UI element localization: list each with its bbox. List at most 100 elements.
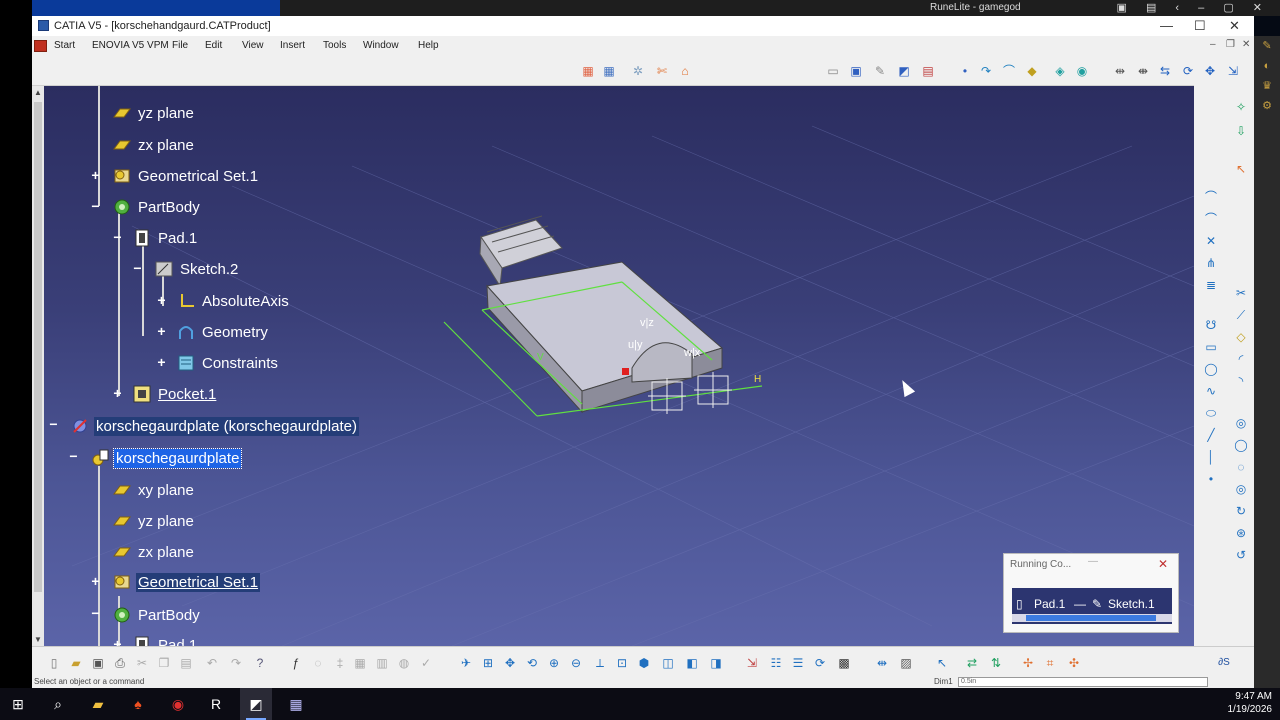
menu-file[interactable]: File <box>172 40 188 51</box>
tree-node-constraints[interactable]: Constraints <box>176 352 280 374</box>
search-icon[interactable]: ⌕ <box>48 694 68 714</box>
tree-node-yz-plane[interactable]: yz plane <box>112 510 196 532</box>
curve-icon[interactable]: ⌒ <box>1001 63 1017 79</box>
point-icon[interactable]: • <box>1204 472 1218 486</box>
swap-icon[interactable]: ◨ <box>708 655 724 671</box>
param-icon[interactable]: ◍ <box>396 655 412 671</box>
cut-icon[interactable]: ✂ <box>134 655 150 671</box>
break-icon[interactable]: ⟋ <box>1234 308 1248 322</box>
expand-toggle[interactable]: + <box>156 293 167 307</box>
exit-icon[interactable]: ▤ <box>920 63 936 79</box>
tree-node-product[interactable]: korschegaurdplate (korschegaurdplate) <box>70 415 359 437</box>
calculator-icon[interactable]: ▦ <box>286 694 306 714</box>
constraint-icon[interactable]: ✄ <box>654 63 670 79</box>
new-icon[interactable]: ▯ <box>46 655 62 671</box>
rotate-view-icon[interactable]: ⟲ <box>524 655 540 671</box>
rectangle-icon[interactable]: ▭ <box>1204 340 1218 354</box>
tree-node-pad[interactable]: Pad.1 <box>132 227 199 249</box>
undo-icon[interactable]: ↶ <box>204 655 220 671</box>
media-app-icon[interactable]: ◉ <box>168 694 188 714</box>
collapse-toggle[interactable]: − <box>112 230 123 244</box>
tree-node-pad[interactable]: Pad.1 <box>132 634 199 646</box>
pan-icon[interactable]: ✥ <box>502 655 518 671</box>
offset-icon[interactable]: ◎ <box>1234 482 1248 496</box>
tree-node-yz-plane[interactable]: yz plane <box>112 102 196 124</box>
multi-view-icon[interactable]: ⊡ <box>614 655 630 671</box>
menu-view[interactable]: View <box>242 40 264 51</box>
open-icon[interactable]: ▰ <box>68 655 84 671</box>
tree-node-zx-plane[interactable]: zx plane <box>112 541 196 563</box>
constraint-icon[interactable]: ⇹ <box>874 655 890 671</box>
settings-icon[interactable]: ⚙ <box>1254 96 1280 116</box>
offset-icon[interactable]: ⇲ <box>1225 63 1241 79</box>
grid-icon[interactable]: ▦ <box>580 63 596 79</box>
coil-icon[interactable]: ◌ <box>1234 460 1248 474</box>
paste-icon[interactable]: ▤ <box>178 655 194 671</box>
smart-pick-icon[interactable]: ✢ <box>1020 655 1036 671</box>
lock-icon[interactable]: ▨ <box>898 655 914 671</box>
expand-toggle[interactable]: + <box>112 637 123 646</box>
tree-node-geometrical-set[interactable]: Geometrical Set.1 <box>112 571 261 593</box>
sketch-icon[interactable]: ▣ <box>848 63 864 79</box>
auto-constraint-icon[interactable]: ✣ <box>1066 655 1082 671</box>
copy-icon[interactable]: ❐ <box>156 655 172 671</box>
dimension-icon[interactable]: ⌂ <box>677 63 693 79</box>
zoom-in-icon[interactable]: ⊕ <box>546 655 562 671</box>
scroll-up-arrow[interactable]: ▲ <box>34 88 42 97</box>
analysis-icon[interactable]: ✲ <box>630 63 646 79</box>
revolve-icon[interactable]: ↺ <box>1234 548 1248 562</box>
tree-collapse-icon[interactable]: ☰ <box>790 655 806 671</box>
stack-icon[interactable]: ≣ <box>1204 278 1218 292</box>
arc-icon[interactable]: ⌒ <box>1204 190 1218 204</box>
connect-icon[interactable]: ⇄ <box>964 655 980 671</box>
ellipse-icon[interactable]: ⬭ <box>1204 406 1218 420</box>
file-explorer-icon[interactable]: ▰ <box>88 694 108 714</box>
normal-view-icon[interactable]: ⟂ <box>592 655 608 671</box>
windows-start-icon[interactable]: ⊞ <box>8 694 28 714</box>
ring-icon[interactable]: ◯ <box>1234 438 1248 452</box>
mirror-icon[interactable]: ⋔ <box>1204 256 1218 270</box>
menu-window[interactable]: Window <box>363 40 399 51</box>
view-icon[interactable]: ◈ <box>1052 63 1068 79</box>
tree-expand-icon[interactable]: ☷ <box>768 655 784 671</box>
update-icon[interactable]: ⟳ <box>812 655 828 671</box>
tool-icon[interactable]: ✎ <box>1254 36 1280 56</box>
hook-icon[interactable]: ☋ <box>1204 318 1218 332</box>
tree-scrollbar[interactable]: ▲ ▼ <box>32 86 44 646</box>
expand-toggle[interactable]: + <box>156 355 167 369</box>
table-icon[interactable]: ▦ <box>352 655 368 671</box>
curve-icon[interactable]: ⌒ <box>1204 212 1218 226</box>
collapse-toggle[interactable]: − <box>90 199 101 213</box>
cross-icon[interactable]: ✕ <box>1204 234 1218 248</box>
redo-icon[interactable]: ↷ <box>228 655 244 671</box>
tree-node-absolute-axis[interactable]: AbsoluteAxis <box>176 290 291 312</box>
eraser-icon[interactable]: ◆ <box>1024 63 1040 79</box>
project-icon[interactable]: ↻ <box>1234 504 1248 518</box>
rotate-icon[interactable]: ⟳ <box>1180 63 1196 79</box>
snap-icon[interactable]: ⇅ <box>988 655 1004 671</box>
chamfer-icon[interactable]: ◝ <box>1234 374 1248 388</box>
collapse-toggle[interactable]: − <box>48 417 59 431</box>
compass-icon[interactable]: ✧ <box>1234 100 1248 114</box>
running-command-item[interactable]: Pad.1 <box>1034 597 1065 611</box>
tree-node-partbody[interactable]: PartBody <box>112 604 202 626</box>
expand-toggle[interactable]: + <box>156 324 167 338</box>
arc-icon[interactable]: ↷ <box>978 63 994 79</box>
brave-browser-icon[interactable]: ♠ <box>128 694 148 714</box>
running-command-item[interactable]: Sketch.1 <box>1108 597 1155 611</box>
measure-icon[interactable]: ⇲ <box>744 655 760 671</box>
eraser-icon[interactable]: ◇ <box>1234 330 1248 344</box>
print-icon[interactable]: ⎙ <box>112 655 128 671</box>
close-button[interactable]: ✕ <box>1229 18 1240 34</box>
tree-node-part-selected[interactable]: korschegaurdplate <box>90 447 243 469</box>
circle-icon[interactable]: ◯ <box>1204 362 1218 376</box>
check-icon[interactable]: ✓ <box>418 655 434 671</box>
render-icon[interactable]: ◫ <box>660 655 676 671</box>
cursor-icon[interactable]: ↖ <box>934 655 950 671</box>
tree-node-geometry[interactable]: Geometry <box>176 321 270 343</box>
fly-icon[interactable]: ✈ <box>458 655 474 671</box>
symmetry-icon[interactable]: ⇼ <box>1135 63 1151 79</box>
intersect-icon[interactable]: ⊛ <box>1234 526 1248 540</box>
corner-icon[interactable]: ◜ <box>1234 352 1248 366</box>
save-icon[interactable]: ▣ <box>90 655 106 671</box>
